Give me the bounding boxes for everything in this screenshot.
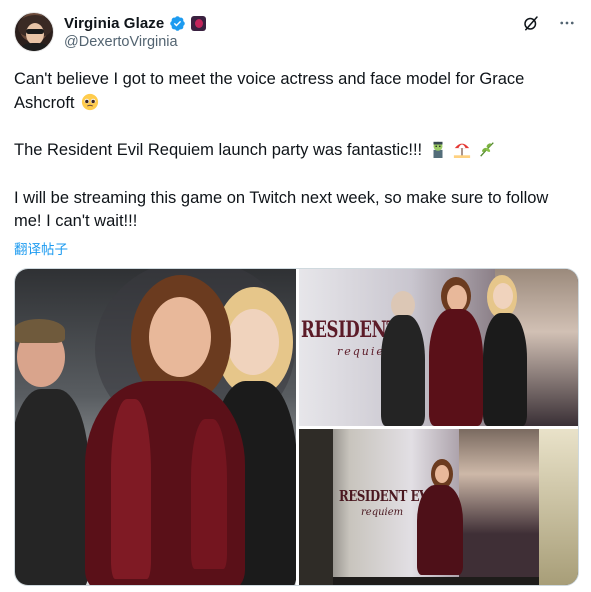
media-grid: RESIDENT E requie RESIDENT EVIL requiem [14, 268, 579, 586]
photo-top-right[interactable]: RESIDENT E requie [299, 269, 578, 426]
affiliate-badge-icon[interactable] [191, 15, 207, 31]
tweet-body: Can't believe I got to meet the voice ac… [14, 68, 574, 234]
tweet-paragraph-1: Can't believe I got to meet the voice ac… [14, 70, 525, 112]
tweet-paragraph-3: I will be streaming this game on Twitch … [14, 188, 549, 231]
author-display-name[interactable]: Virginia Glaze [64, 15, 164, 32]
pleading-face-emoji [82, 93, 99, 110]
tweet-paragraph-2: The Resident Evil Requiem launch party w… [14, 139, 574, 163]
poster-subtitle-1: requie [337, 345, 385, 358]
herb-emoji [480, 142, 494, 157]
grok-icon[interactable] [521, 13, 541, 33]
poster-subtitle-2: requiem [361, 507, 404, 518]
photo-bottom-right[interactable]: RESIDENT EVIL requiem [299, 429, 578, 585]
photo-main[interactable] [15, 269, 296, 585]
more-options-icon[interactable] [557, 13, 577, 33]
beach-umbrella-emoji [454, 143, 471, 158]
translate-post-link[interactable]: 翻译帖子 [14, 238, 68, 258]
verified-badge-icon[interactable] [169, 15, 186, 32]
author-name-row: Virginia Glaze [64, 13, 207, 33]
header-actions [521, 13, 577, 33]
poster-face-2 [459, 429, 539, 579]
zombie-emoji [433, 141, 443, 158]
tweet-header: Virginia Glaze @DexertoVirginia [14, 10, 579, 54]
profile-avatar[interactable] [14, 12, 54, 52]
author-handle[interactable]: @DexertoVirginia [64, 34, 178, 50]
